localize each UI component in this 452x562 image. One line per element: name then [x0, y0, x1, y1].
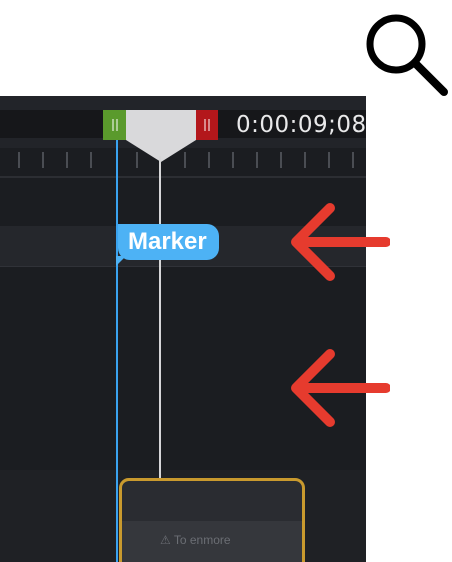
in-point-handle[interactable] [103, 110, 127, 140]
handle-grip [116, 119, 118, 131]
screenshot-stage: 0:00:09;08 Marker ⚠ To enmore [0, 0, 452, 562]
video-clip[interactable]: ⚠ To enmore [119, 478, 305, 562]
ruler-tick [232, 152, 234, 168]
ruler-tick [328, 152, 330, 168]
ruler-tick [352, 152, 354, 168]
arrow-left-icon [291, 349, 390, 427]
handle-grip [208, 119, 210, 131]
playhead-handle[interactable] [126, 110, 196, 162]
ruler-tick [208, 152, 210, 168]
search-icon [366, 14, 448, 96]
ruler-divider [0, 176, 366, 178]
ruler-tick [18, 152, 20, 168]
marker-line [116, 140, 118, 562]
ruler-tick [304, 152, 306, 168]
handle-grip [112, 119, 114, 131]
out-point-handle[interactable] [196, 110, 218, 140]
timeline-panel[interactable]: 0:00:09;08 Marker ⚠ To enmore [0, 96, 366, 562]
ruler-tick [66, 152, 68, 168]
ruler-tick [90, 152, 92, 168]
arrow-left-icon [291, 203, 390, 281]
ruler-tick [42, 152, 44, 168]
timecode-display: 0:00:09;08 [236, 112, 366, 138]
handle-grip [204, 119, 206, 131]
marker-flag[interactable]: Marker [118, 224, 219, 260]
ruler-tick [256, 152, 258, 168]
ruler-tick [280, 152, 282, 168]
clip-label: ⚠ To enmore [160, 533, 231, 547]
